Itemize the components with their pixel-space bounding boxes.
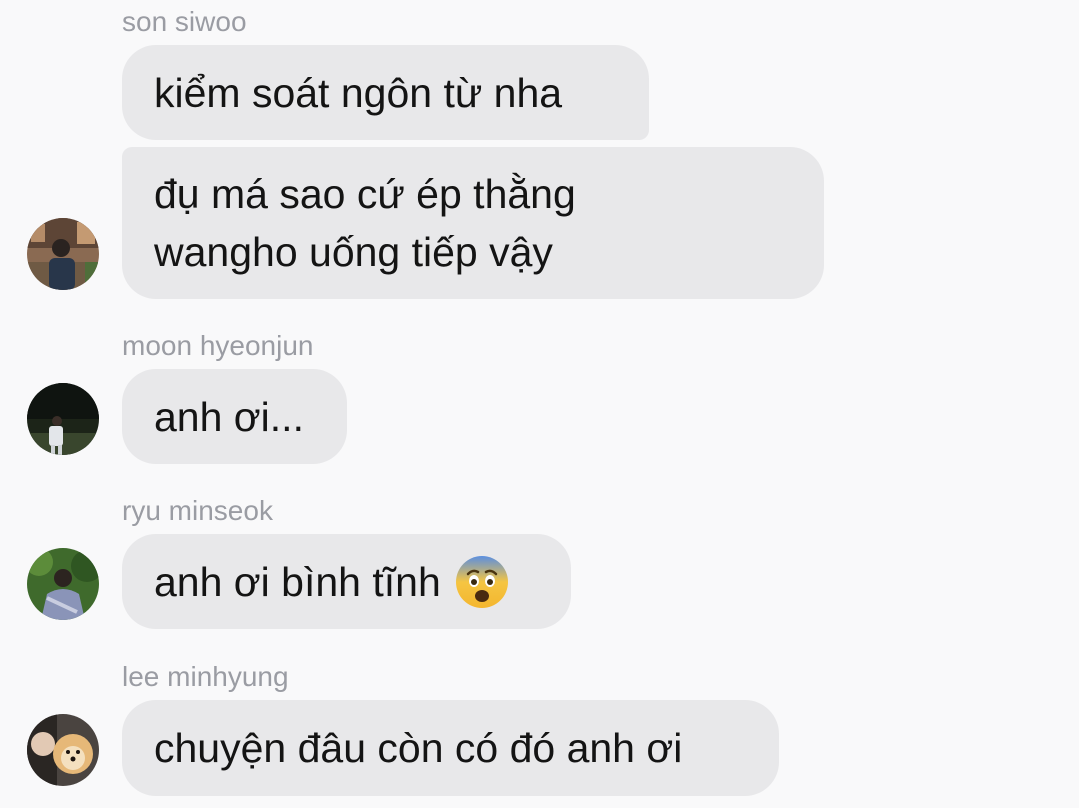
message-text: kiểm soát ngôn từ nha [154,69,563,116]
avatar[interactable] [27,548,99,620]
sender-name: ryu minseok [122,495,273,526]
message-text: anh ơi bình tĩnh [154,558,441,605]
message-text: đụ má sao cứ ép thằng [154,171,576,217]
message-bubble[interactable]: kiểm soát ngôn từ nha [122,45,649,140]
avatar[interactable] [27,714,99,786]
sender-name: lee minhyung [122,661,289,692]
fearful-face-icon [455,555,509,609]
message-bubble[interactable]: đụ má sao cứ ép thằng wangho uống tiếp v… [122,147,824,299]
message-text: wangho uống tiếp vậy [154,229,553,275]
message-bubble[interactable]: chuyện đâu còn có đó anh ơi [122,700,779,796]
sender-name: moon hyeonjun [122,330,314,361]
sender-name: son siwoo [122,6,247,37]
avatar[interactable] [27,383,99,455]
message-bubble[interactable]: anh ơi bình tĩnh [122,534,571,629]
message-text: chuyện đâu còn có đó anh ơi [154,725,683,771]
message-text: anh ơi... [154,393,304,440]
message-bubble[interactable]: anh ơi... [122,369,347,464]
avatar[interactable] [27,218,99,290]
